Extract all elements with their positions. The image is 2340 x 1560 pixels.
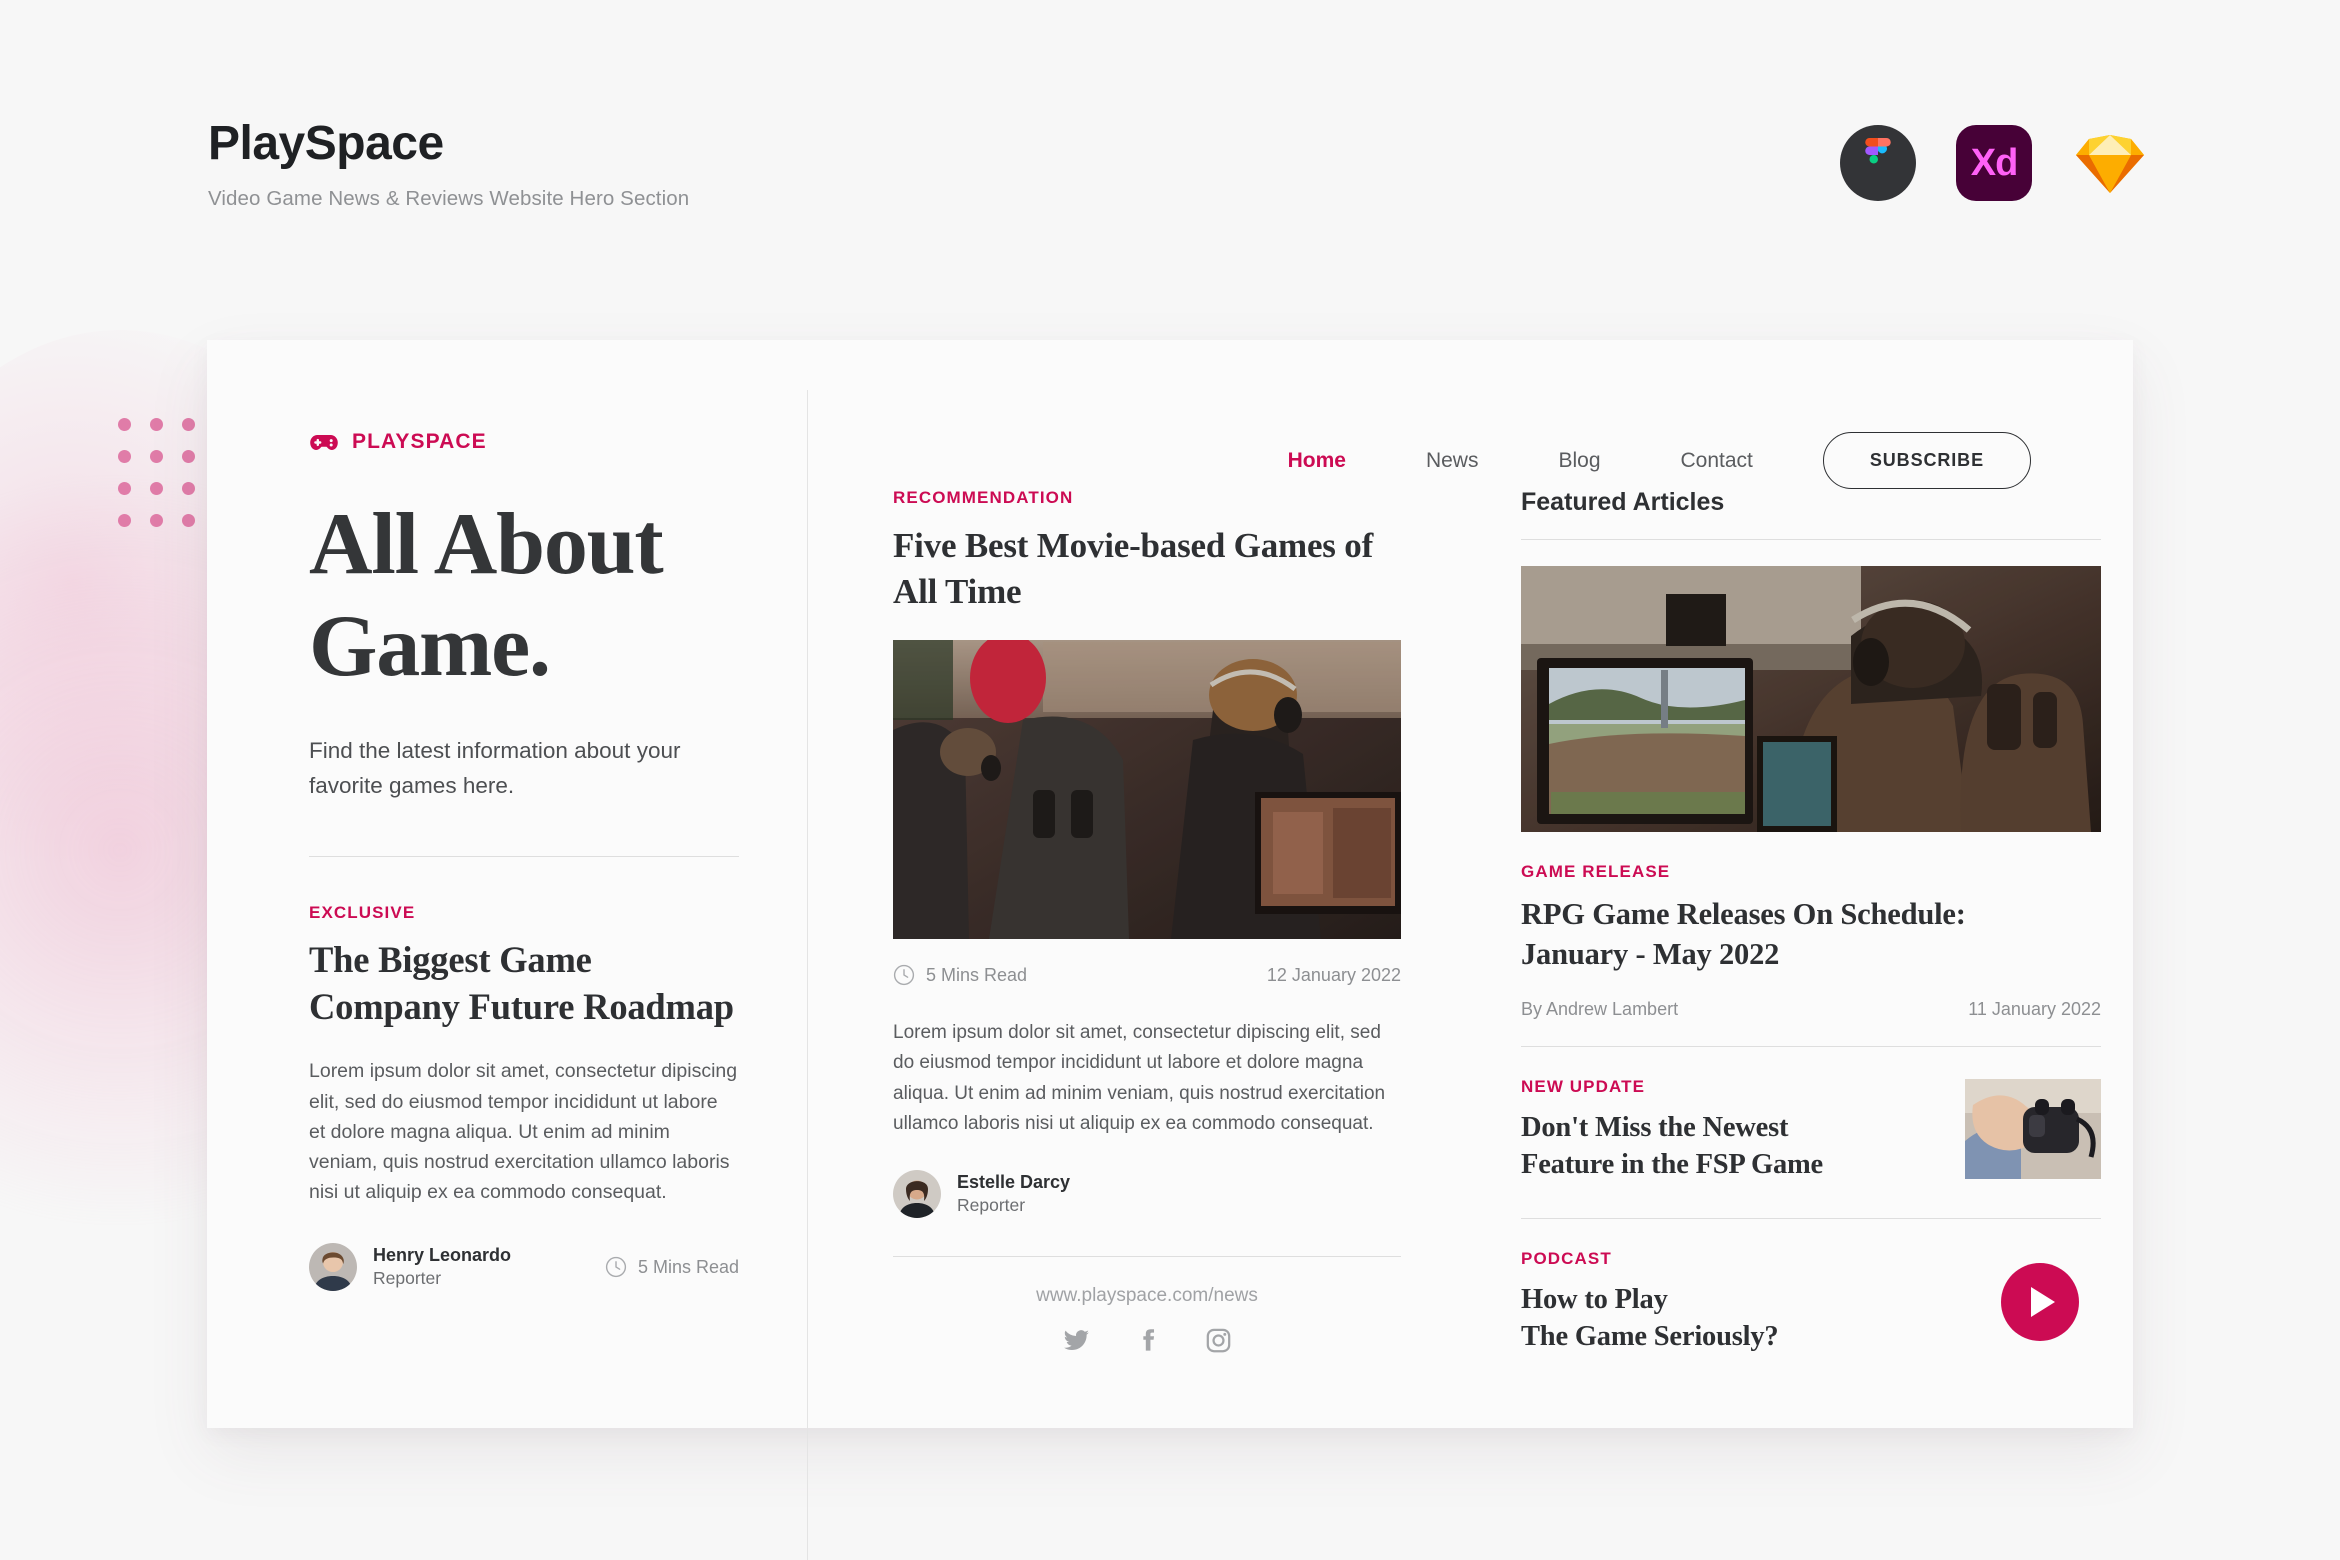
featured-update-title: Don't Miss the Newest Feature in the FSP… (1521, 1109, 1945, 1184)
featured-update-thumbnail (1965, 1078, 2101, 1179)
site-url[interactable]: www.playspace.com/news (893, 1285, 1401, 1307)
featured-main-image[interactable] (1521, 566, 2101, 832)
nav-item-blog[interactable]: Blog (1518, 449, 1640, 473)
featured-update-item[interactable]: NEW UPDATE Don't Miss the Newest Feature… (1521, 1077, 2101, 1184)
recommendation-title[interactable]: Five Best Movie-based Games of All Time (893, 523, 1401, 614)
hero-heading-line2: Game. (309, 598, 551, 696)
recommendation-image[interactable] (893, 640, 1401, 939)
adobe-xd-label: Xd (1970, 142, 2019, 184)
page-title: PlaySpace (208, 117, 444, 170)
featured-main-byline: By Andrew Lambert (1521, 998, 1679, 1019)
gamepad-icon (310, 434, 338, 450)
divider (893, 1255, 1401, 1257)
page-subtitle: Video Game News & Reviews Website Hero S… (208, 186, 690, 210)
avatar (309, 1243, 357, 1292)
featured-main-title-line2: January - May 2022 (1521, 937, 1780, 972)
exclusive-title[interactable]: The Biggest Game Company Future Roadmap (309, 937, 739, 1030)
exclusive-body: Lorem ipsum dolor sit amet, consectetur … (309, 1060, 738, 1204)
avatar (893, 1169, 941, 1218)
column-divider (807, 390, 808, 1560)
facebook-glyph (1142, 1328, 1154, 1351)
sketch-icon[interactable] (2072, 125, 2148, 201)
exclusive-readtime-label: 5 Mins Read (637, 1256, 739, 1277)
recommendation-photo (893, 640, 1401, 939)
clock-icon (893, 964, 915, 986)
adobe-xd-icon[interactable]: Xd (1956, 125, 2032, 201)
recommendation-body: Lorem ipsum dolor sit amet, consectetur … (893, 1022, 1386, 1135)
featured-main-title-line1: RPG Game Releases On Schedule: (1521, 897, 1966, 931)
instagram-glyph (1206, 1328, 1230, 1352)
recommendation-meta: 5 Mins Read 12 January 2022 (893, 964, 1401, 986)
exclusive-author-role: Reporter (373, 1268, 442, 1289)
hero-heading: All About Game. (309, 494, 739, 698)
exclusive-author-row: Henry Leonardo Reporter 5 Mins Read (309, 1243, 739, 1292)
exclusive-author-name: Henry Leonardo (373, 1245, 512, 1266)
featured-photo (1521, 566, 2101, 832)
site-logo-text: PLAYSPACE (352, 430, 487, 453)
exclusive-readtime: 5 Mins Read (605, 1256, 739, 1278)
recommendation-readtime: 5 Mins Read (926, 964, 1028, 985)
featured-podcast-title-line2: The Game Seriously? (1521, 1321, 1779, 1353)
nav-item-news[interactable]: News (1386, 449, 1519, 473)
hero-heading-line1: All About (309, 496, 664, 593)
featured-podcast-title: How to Play The Game Seriously? (1521, 1281, 1981, 1356)
play-triangle (2031, 1287, 2055, 1318)
avatar-image (309, 1243, 357, 1292)
app-icons-group: Xd (1840, 125, 2148, 201)
main-navigation: Home News Blog Contact SUBSCRIBE (1248, 432, 2031, 489)
recommendation-column: RECOMMENDATION Five Best Movie-based Gam… (893, 488, 1401, 1359)
subscribe-button[interactable]: SUBSCRIBE (1822, 432, 2031, 489)
featured-main-kicker: GAME RELEASE (1521, 862, 1671, 881)
exclusive-kicker: EXCLUSIVE (309, 902, 416, 922)
recommendation-author-name: Estelle Darcy (957, 1171, 1071, 1192)
featured-update-title-line2: Feature in the FSP Game (1521, 1149, 1823, 1181)
divider (1521, 1045, 2101, 1047)
controller-photo (1965, 1078, 2101, 1179)
facebook-icon[interactable] (1134, 1327, 1161, 1359)
page-root: PlaySpace Video Game News & Reviews Webs… (0, 0, 2340, 1560)
featured-panel-title: Featured Articles (1521, 488, 1725, 516)
featured-main-byline-row: By Andrew Lambert 11 January 2022 (1521, 999, 2101, 1020)
hero-left-column: PLAYSPACE All About Game. Find the lates… (309, 430, 739, 1292)
featured-podcast-title-line1: How to Play (1521, 1283, 1668, 1315)
recommendation-author-row: Estelle Darcy Reporter (893, 1169, 1401, 1218)
featured-update-kicker: NEW UPDATE (1521, 1076, 1646, 1096)
figma-glyph (1865, 138, 1891, 164)
instagram-icon[interactable] (1205, 1327, 1232, 1359)
hero-card: Home News Blog Contact SUBSCRIBE PLAYSPA… (207, 340, 2133, 1560)
nav-item-home[interactable]: Home (1248, 449, 1386, 473)
clock-icon (605, 1257, 627, 1278)
featured-update-title-line1: Don't Miss the Newest (1521, 1111, 1789, 1143)
recommendation-date: 12 January 2022 (1266, 964, 1401, 985)
sketch-glyph (2076, 135, 2144, 193)
nav-item-contact[interactable]: Contact (1641, 449, 1793, 473)
featured-podcast-item[interactable]: PODCAST How to Play The Game Seriously? (1521, 1249, 2101, 1356)
play-icon[interactable] (2001, 1263, 2079, 1342)
hero-subtext: Find the latest information about your f… (309, 738, 681, 799)
site-logo[interactable]: PLAYSPACE (309, 430, 739, 454)
featured-main-title[interactable]: RPG Game Releases On Schedule: January -… (1521, 894, 2101, 975)
avatar-image (893, 1169, 941, 1218)
social-links (893, 1327, 1401, 1359)
divider (1521, 1217, 2101, 1219)
featured-podcast-kicker: PODCAST (1521, 1248, 1612, 1268)
figma-icon[interactable] (1840, 125, 1916, 201)
featured-articles-column: Featured Articles GAME RELEASE RPG Game … (1521, 488, 2101, 1356)
divider (309, 855, 739, 857)
twitter-icon[interactable] (1063, 1327, 1090, 1359)
recommendation-kicker: RECOMMENDATION (893, 488, 1074, 507)
header-brand: PlaySpace Video Game News & Reviews Webs… (208, 117, 690, 211)
divider (1521, 539, 2101, 540)
featured-main-date: 11 January 2022 (1968, 998, 2101, 1019)
twitter-glyph (1063, 1329, 1089, 1350)
recommendation-author-role: Reporter (957, 1194, 1026, 1215)
